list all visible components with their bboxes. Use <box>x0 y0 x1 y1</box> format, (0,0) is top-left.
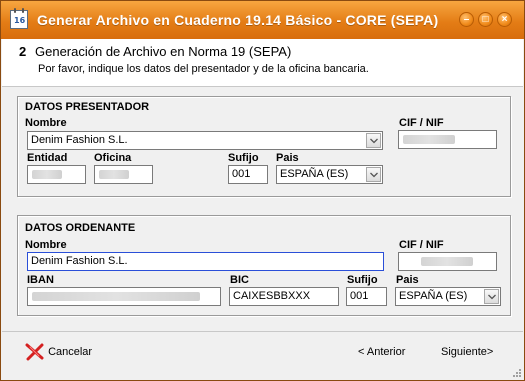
calendar-16-icon: 16 <box>10 8 28 29</box>
ordenante-section-title: DATOS ORDENANTE <box>25 222 136 234</box>
entidad-label: Entidad <box>27 152 68 164</box>
minimize-icon[interactable]: – <box>459 12 474 27</box>
close-icon[interactable]: × <box>497 12 512 27</box>
footer-divider <box>2 331 523 332</box>
ordenante-sufijo-input[interactable]: 001 <box>346 287 387 306</box>
ordenante-nombre-value: Denim Fashion S.L. <box>31 255 128 267</box>
maximize-icon[interactable]: □ <box>478 12 493 27</box>
ordenante-cif-input[interactable] <box>398 252 497 271</box>
next-button[interactable]: Siguiente> <box>441 346 493 358</box>
chevron-down-icon[interactable] <box>366 167 381 182</box>
presentador-section-title: DATOS PRESENTADOR <box>25 101 150 113</box>
back-label: < Anterior <box>358 346 406 358</box>
presentador-cif-label: CIF / NIF <box>399 117 444 129</box>
iban-input[interactable] <box>27 287 221 306</box>
ordenante-group: DATOS ORDENANTE Nombre Denim Fashion S.L… <box>17 215 511 316</box>
window-title: Generar Archivo en Cuaderno 19.14 Básico… <box>37 12 439 28</box>
wizard-window: 16 Generar Archivo en Cuaderno 19.14 Bás… <box>0 0 525 381</box>
ordenante-pais-label: Pais <box>396 274 419 286</box>
presentador-pais-label: Pais <box>276 152 299 164</box>
presentador-nombre-value: Denim Fashion S.L. <box>31 134 128 146</box>
presentador-group: DATOS PRESENTADOR Nombre Denim Fashion S… <box>17 96 511 197</box>
presentador-nombre-label: Nombre <box>25 117 67 129</box>
presentador-cif-input[interactable] <box>398 130 497 149</box>
bic-label: BIC <box>230 274 249 286</box>
entidad-input[interactable] <box>27 165 86 184</box>
presentador-pais-select[interactable]: ESPAÑA (ES) <box>276 165 383 184</box>
resize-grip-icon[interactable] <box>511 367 521 377</box>
presentador-pais-value: ESPAÑA (ES) <box>280 168 349 180</box>
title-bar[interactable]: 16 Generar Archivo en Cuaderno 19.14 Bás… <box>1 1 524 39</box>
chevron-down-icon[interactable] <box>366 133 381 148</box>
presentador-nombre-select[interactable]: Denim Fashion S.L. <box>27 131 383 150</box>
cancel-label: Cancelar <box>48 346 93 358</box>
presentador-sufijo-label: Sufijo <box>228 152 259 164</box>
cancel-x-icon <box>25 343 44 361</box>
cancel-button[interactable]: Cancelar <box>25 343 92 361</box>
step-header: 2 Generación de Archivo en Norma 19 (SEP… <box>2 39 523 87</box>
step-subtitle: Por favor, indique los datos del present… <box>38 63 369 75</box>
ordenante-cif-label: CIF / NIF <box>399 239 444 251</box>
ordenante-nombre-input[interactable]: Denim Fashion S.L. <box>27 252 384 271</box>
chevron-down-icon[interactable] <box>484 289 499 304</box>
step-title: Generación de Archivo en Norma 19 (SEPA) <box>35 44 292 59</box>
ordenante-pais-value: ESPAÑA (ES) <box>399 290 468 302</box>
iban-label: IBAN <box>27 274 54 286</box>
ordenante-sufijo-label: Sufijo <box>347 274 378 286</box>
bic-input[interactable]: CAIXESBBXXX <box>229 287 339 306</box>
presentador-sufijo-input[interactable]: 001 <box>228 165 268 184</box>
next-label: Siguiente> <box>441 346 494 358</box>
ordenante-pais-select[interactable]: ESPAÑA (ES) <box>395 287 501 306</box>
oficina-input[interactable] <box>94 165 153 184</box>
step-number: 2 <box>19 44 27 59</box>
back-button[interactable]: < Anterior <box>358 346 405 358</box>
oficina-label: Oficina <box>94 152 132 164</box>
ordenante-nombre-label: Nombre <box>25 239 67 251</box>
